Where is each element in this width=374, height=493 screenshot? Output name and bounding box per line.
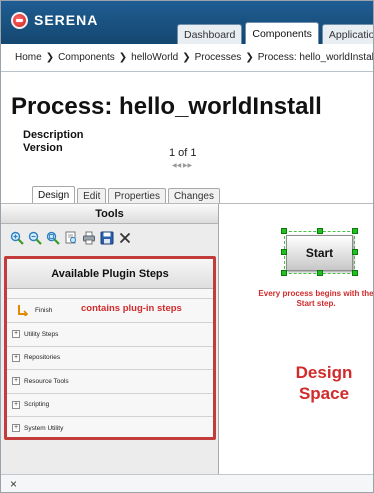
resize-handle[interactable] — [352, 228, 358, 234]
plugin-steps-panel: Available Plugin Steps Finish contains p… — [4, 256, 216, 440]
tab-applications[interactable]: Applications — [321, 24, 373, 44]
plugin-group-label: Repositories — [24, 354, 61, 362]
main-tabs: Dashboard Components Applications — [177, 22, 373, 44]
plugin-group-scripting[interactable]: + Scripting — [7, 392, 213, 417]
version-value: 1 of 1 — [169, 147, 197, 159]
plugin-group-system-utility[interactable]: + System Utility — [7, 416, 213, 440]
close-icon[interactable]: × — [10, 477, 17, 491]
print-preview-icon[interactable] — [63, 230, 79, 246]
resize-handle[interactable] — [317, 228, 323, 234]
logo-text: SERENA — [34, 12, 99, 28]
breadcrumb: Home ❯ Components ❯ helloWorld ❯ Process… — [1, 44, 373, 72]
tools-panel: Tools Available Plugin Steps Finish cont… — [1, 204, 219, 474]
breadcrumb-process: Process: hello_worldInstall — [257, 52, 373, 63]
app-window: SERENA Dashboard Components Applications… — [0, 0, 374, 493]
plugin-group-label: Utility Steps — [24, 330, 59, 338]
version-nav: ◀◀ ▶▶ — [172, 162, 192, 169]
resize-handle[interactable] — [281, 228, 287, 234]
plugin-group-resource-tools[interactable]: + Resource Tools — [7, 369, 213, 393]
chevron-right-icon: ❯ — [45, 52, 55, 63]
tab-edit[interactable]: Edit — [77, 188, 107, 204]
expand-icon[interactable]: + — [12, 400, 20, 409]
description-label: Description — [23, 129, 84, 141]
resize-handle[interactable] — [352, 249, 358, 255]
plugin-group-utility-steps[interactable]: + Utility Steps — [7, 322, 213, 346]
resize-handle[interactable] — [317, 270, 323, 276]
plugin-group-label: Resource Tools — [24, 377, 69, 385]
chevron-right-icon: ❯ — [182, 52, 191, 63]
start-node[interactable]: Start — [286, 235, 353, 271]
save-icon[interactable] — [99, 230, 115, 246]
plugin-step-finish[interactable]: Finish contains plug-in steps — [7, 298, 213, 322]
serena-logo-icon — [11, 11, 28, 29]
tools-header: Tools — [1, 204, 218, 224]
expand-icon[interactable]: + — [12, 353, 20, 362]
tools-toolbar — [9, 228, 135, 248]
close-icon[interactable] — [117, 230, 133, 246]
breadcrumb-components[interactable]: Components — [58, 52, 115, 63]
tab-dashboard[interactable]: Dashboard — [177, 24, 243, 44]
design-space-annotation: Design Space — [295, 363, 353, 403]
expand-icon[interactable]: + — [12, 377, 20, 386]
design-canvas[interactable]: Start Every process begins with the Star… — [220, 204, 373, 474]
page-title: Process: hello_worldInstall — [11, 93, 322, 120]
tab-changes[interactable]: Changes — [167, 188, 220, 204]
version-label: Version — [23, 142, 63, 154]
start-step-annotation: Every process begins with the Start step… — [258, 289, 374, 308]
previous-version-icon[interactable]: ◀◀ — [172, 163, 181, 169]
resize-handle[interactable] — [352, 270, 358, 276]
tab-design[interactable]: Design — [32, 186, 76, 204]
expand-icon[interactable]: + — [12, 330, 20, 339]
finish-step-label: Finish — [35, 307, 53, 314]
zoom-reset-icon[interactable] — [45, 230, 61, 246]
plugin-steps-header: Available Plugin Steps — [7, 259, 213, 289]
tab-properties[interactable]: Properties — [108, 188, 166, 204]
zoom-in-icon[interactable] — [9, 230, 25, 246]
resize-handle[interactable] — [281, 249, 287, 255]
tab-components[interactable]: Components — [245, 22, 319, 44]
resize-handle[interactable] — [281, 270, 287, 276]
bottom-bar: × — [1, 474, 373, 492]
chevron-right-icon: ❯ — [245, 52, 254, 63]
process-tabs: Design Edit Properties Changes — [32, 186, 222, 204]
chevron-right-icon: ❯ — [118, 52, 128, 63]
plugin-group-repositories[interactable]: + Repositories — [7, 345, 213, 370]
logo: SERENA — [11, 9, 98, 31]
process-meta: Description Version — [23, 129, 84, 155]
plugin-steps-annotation: contains plug-in steps — [81, 303, 182, 314]
breadcrumb-processes[interactable]: Processes — [195, 52, 242, 63]
expand-icon[interactable]: + — [12, 424, 20, 433]
finish-step-icon — [17, 304, 29, 318]
start-step[interactable]: Start — [281, 228, 359, 276]
app-header: SERENA Dashboard Components Applications — [1, 1, 373, 44]
next-version-icon[interactable]: ▶▶ — [183, 163, 192, 169]
breadcrumb-helloworld[interactable]: helloWorld — [131, 52, 178, 63]
print-icon[interactable] — [81, 230, 97, 246]
zoom-out-icon[interactable] — [27, 230, 43, 246]
plugin-group-label: Scripting — [24, 401, 50, 409]
plugin-group-label: System Utility — [24, 424, 64, 432]
breadcrumb-home[interactable]: Home — [15, 52, 42, 63]
plugin-steps-list: Finish contains plug-in steps + Utility … — [7, 298, 213, 440]
